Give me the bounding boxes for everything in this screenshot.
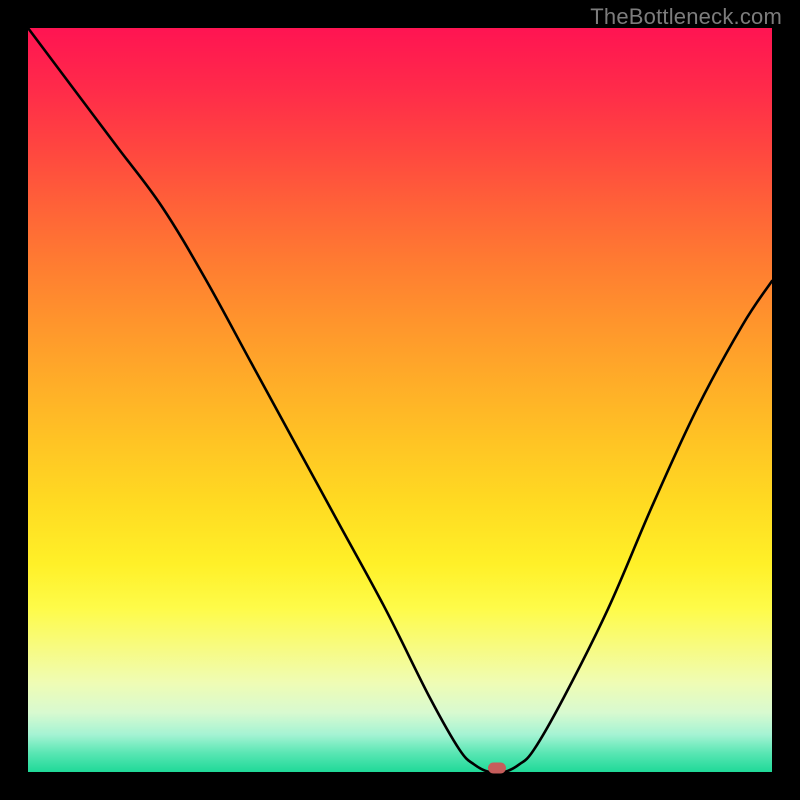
chart-frame: TheBottleneck.com [0, 0, 800, 800]
optimal-point-marker [488, 763, 506, 774]
bottleneck-curve-line [28, 28, 772, 772]
watermark-text: TheBottleneck.com [590, 4, 782, 30]
